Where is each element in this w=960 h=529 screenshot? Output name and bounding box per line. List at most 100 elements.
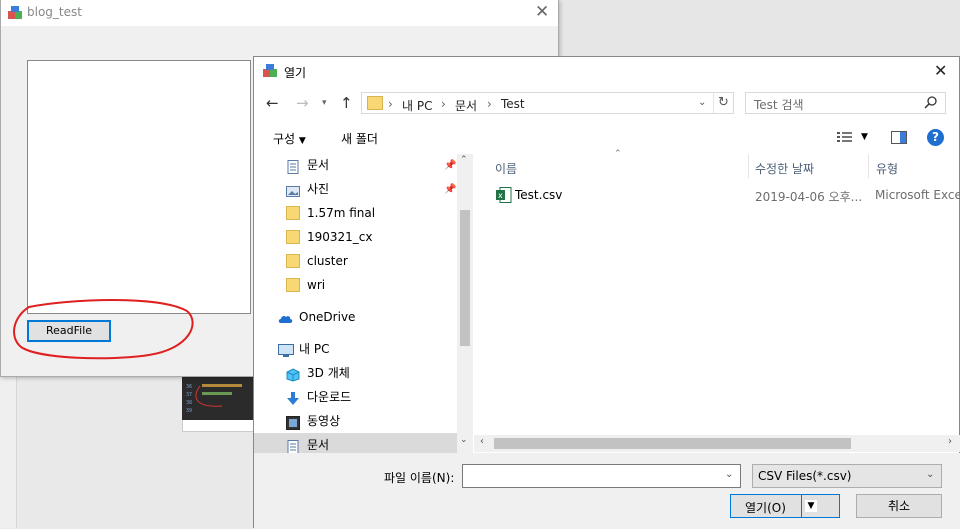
open-file-dialog: 열기 ✕ ← → ▾ ↑ › 내 PC › 문서 › Test ⌄ ↻ Test… (253, 56, 960, 529)
nav-label: 동영상 (307, 414, 341, 428)
nav-label: 문서 (307, 158, 330, 172)
cube-icon (286, 366, 300, 382)
search-box[interactable]: Test 검색 (745, 92, 946, 114)
cancel-button[interactable]: 취소 (856, 494, 942, 518)
search-placeholder: Test 검색 (754, 98, 804, 112)
folder-icon (286, 278, 300, 292)
nav-item-folder[interactable]: cluster (286, 249, 456, 273)
svg-text:38: 38 (186, 400, 192, 406)
refresh-icon[interactable]: ↻ (718, 95, 729, 110)
computer-icon (278, 342, 294, 357)
scroll-right-icon[interactable]: › (948, 436, 952, 447)
nav-item-downloads[interactable]: 다운로드 (286, 385, 456, 409)
nav-label: 내 PC (299, 342, 330, 356)
file-type-select[interactable]: CSV Files(*.csv) ⌄ (752, 464, 942, 488)
nav-label: 190321_cx (307, 230, 373, 244)
breadcrumb-documents[interactable]: 문서 (455, 97, 477, 114)
nav-label: cluster (307, 254, 348, 268)
nav-item-folder[interactable]: wri (286, 273, 456, 297)
scroll-left-icon[interactable]: ‹ (480, 436, 484, 447)
close-icon[interactable]: ✕ (934, 61, 947, 80)
horizontal-scroll-thumb[interactable] (494, 438, 851, 449)
open-button[interactable]: 열기(O) ▼ (730, 494, 840, 518)
nav-item-onedrive[interactable]: OneDrive (278, 305, 448, 329)
chevron-down-icon[interactable]: ⌄ (725, 469, 733, 480)
breadcrumb-separator: › (487, 97, 492, 111)
svg-text:37: 37 (186, 392, 192, 398)
address-bar[interactable]: › 내 PC › 문서 › Test ⌄ ↻ (361, 92, 734, 114)
video-icon (286, 414, 300, 430)
up-arrow-icon[interactable]: ↑ (340, 94, 353, 112)
chevron-down-icon: ⌄ (926, 469, 935, 480)
nav-label: 3D 개체 (307, 366, 350, 380)
file-type-value: CSV Files(*.csv) (758, 469, 852, 483)
chevron-down-icon[interactable]: ⌄ (698, 97, 706, 108)
app-icon (7, 5, 23, 24)
nav-item-pictures[interactable]: 사진 (286, 177, 456, 201)
dropdown-arrow-icon[interactable]: ▼ (805, 500, 817, 512)
column-divider (748, 154, 749, 178)
new-folder-button[interactable]: 새 폴더 (341, 130, 378, 147)
organize-label: 구성 (273, 132, 296, 146)
nav-label: 1.57m final (307, 206, 376, 220)
split-divider (801, 495, 802, 517)
nav-item-my-pc[interactable]: 내 PC (278, 337, 448, 361)
file-type: Microsoft Excel (875, 188, 960, 202)
back-arrow-icon[interactable]: ← (266, 94, 279, 112)
nav-item-videos[interactable]: 동영상 (286, 409, 456, 433)
file-name: Test.csv (515, 188, 563, 202)
nav-item-folder[interactable]: 1.57m final (286, 201, 456, 225)
folder-icon (286, 206, 300, 220)
document-icon (286, 438, 300, 454)
background-code-image: 36 37 38 39 (182, 376, 254, 420)
folder-icon (286, 254, 300, 268)
filename-label: 파일 이름(N): (384, 471, 455, 485)
nav-label: OneDrive (299, 310, 356, 324)
nav-item-folder[interactable]: 190321_cx (286, 225, 456, 249)
chevron-down-icon: ▼ (298, 136, 306, 146)
recent-dropdown-icon[interactable]: ▾ (322, 98, 327, 108)
help-icon[interactable]: ? (927, 129, 944, 146)
svg-text:x: x (498, 191, 503, 200)
filename-input[interactable]: ⌄ (462, 464, 741, 488)
svg-text:39: 39 (186, 408, 192, 414)
breadcrumb-test[interactable]: Test (501, 97, 525, 111)
organize-button[interactable]: 구성 ▼ (273, 130, 306, 147)
nav-item-documents-pinned[interactable]: 문서 (286, 153, 456, 177)
breadcrumb-my-pc[interactable]: 내 PC (402, 97, 432, 114)
svg-text:36: 36 (186, 384, 192, 390)
dialog-title: 열기 (284, 66, 307, 80)
open-label: 열기(O) (745, 501, 786, 515)
nav-label: wri (307, 278, 326, 292)
cloud-icon (278, 310, 293, 324)
column-divider (868, 154, 869, 178)
nav-label: 다운로드 (307, 390, 352, 404)
scroll-up-icon[interactable]: ⌃ (460, 155, 468, 165)
breadcrumb-separator: › (441, 97, 446, 111)
nav-label: 사진 (307, 182, 330, 196)
column-header-type[interactable]: 유형 (876, 160, 898, 177)
download-icon (286, 390, 300, 405)
folder-icon (286, 230, 300, 244)
annotation-circle (13, 299, 194, 360)
app-icon (262, 63, 278, 82)
nav-item-3d-objects[interactable]: 3D 개체 (286, 361, 456, 385)
preview-pane-icon[interactable] (891, 131, 907, 147)
close-icon[interactable]: ✕ (535, 2, 549, 22)
excel-file-icon: x (496, 187, 512, 206)
search-icon[interactable] (924, 95, 938, 112)
background-strip (0, 376, 17, 528)
column-header-name[interactable]: 이름 (495, 160, 517, 177)
nav-scroll-thumb[interactable] (460, 210, 470, 346)
scroll-down-icon[interactable]: ⌄ (460, 435, 468, 445)
pin-icon[interactable]: 📌 (444, 184, 456, 195)
listbox[interactable] (27, 60, 251, 314)
column-header-date[interactable]: 수정한 날짜 (755, 160, 814, 177)
picture-icon (286, 182, 300, 197)
pin-icon[interactable]: 📌 (444, 160, 456, 171)
folder-icon (367, 96, 383, 110)
forward-arrow-icon[interactable]: → (296, 94, 309, 112)
view-options-icon[interactable] (837, 131, 853, 146)
file-date: 2019-04-06 오후... (755, 190, 863, 204)
view-dropdown-icon[interactable]: ▼ (861, 132, 868, 142)
